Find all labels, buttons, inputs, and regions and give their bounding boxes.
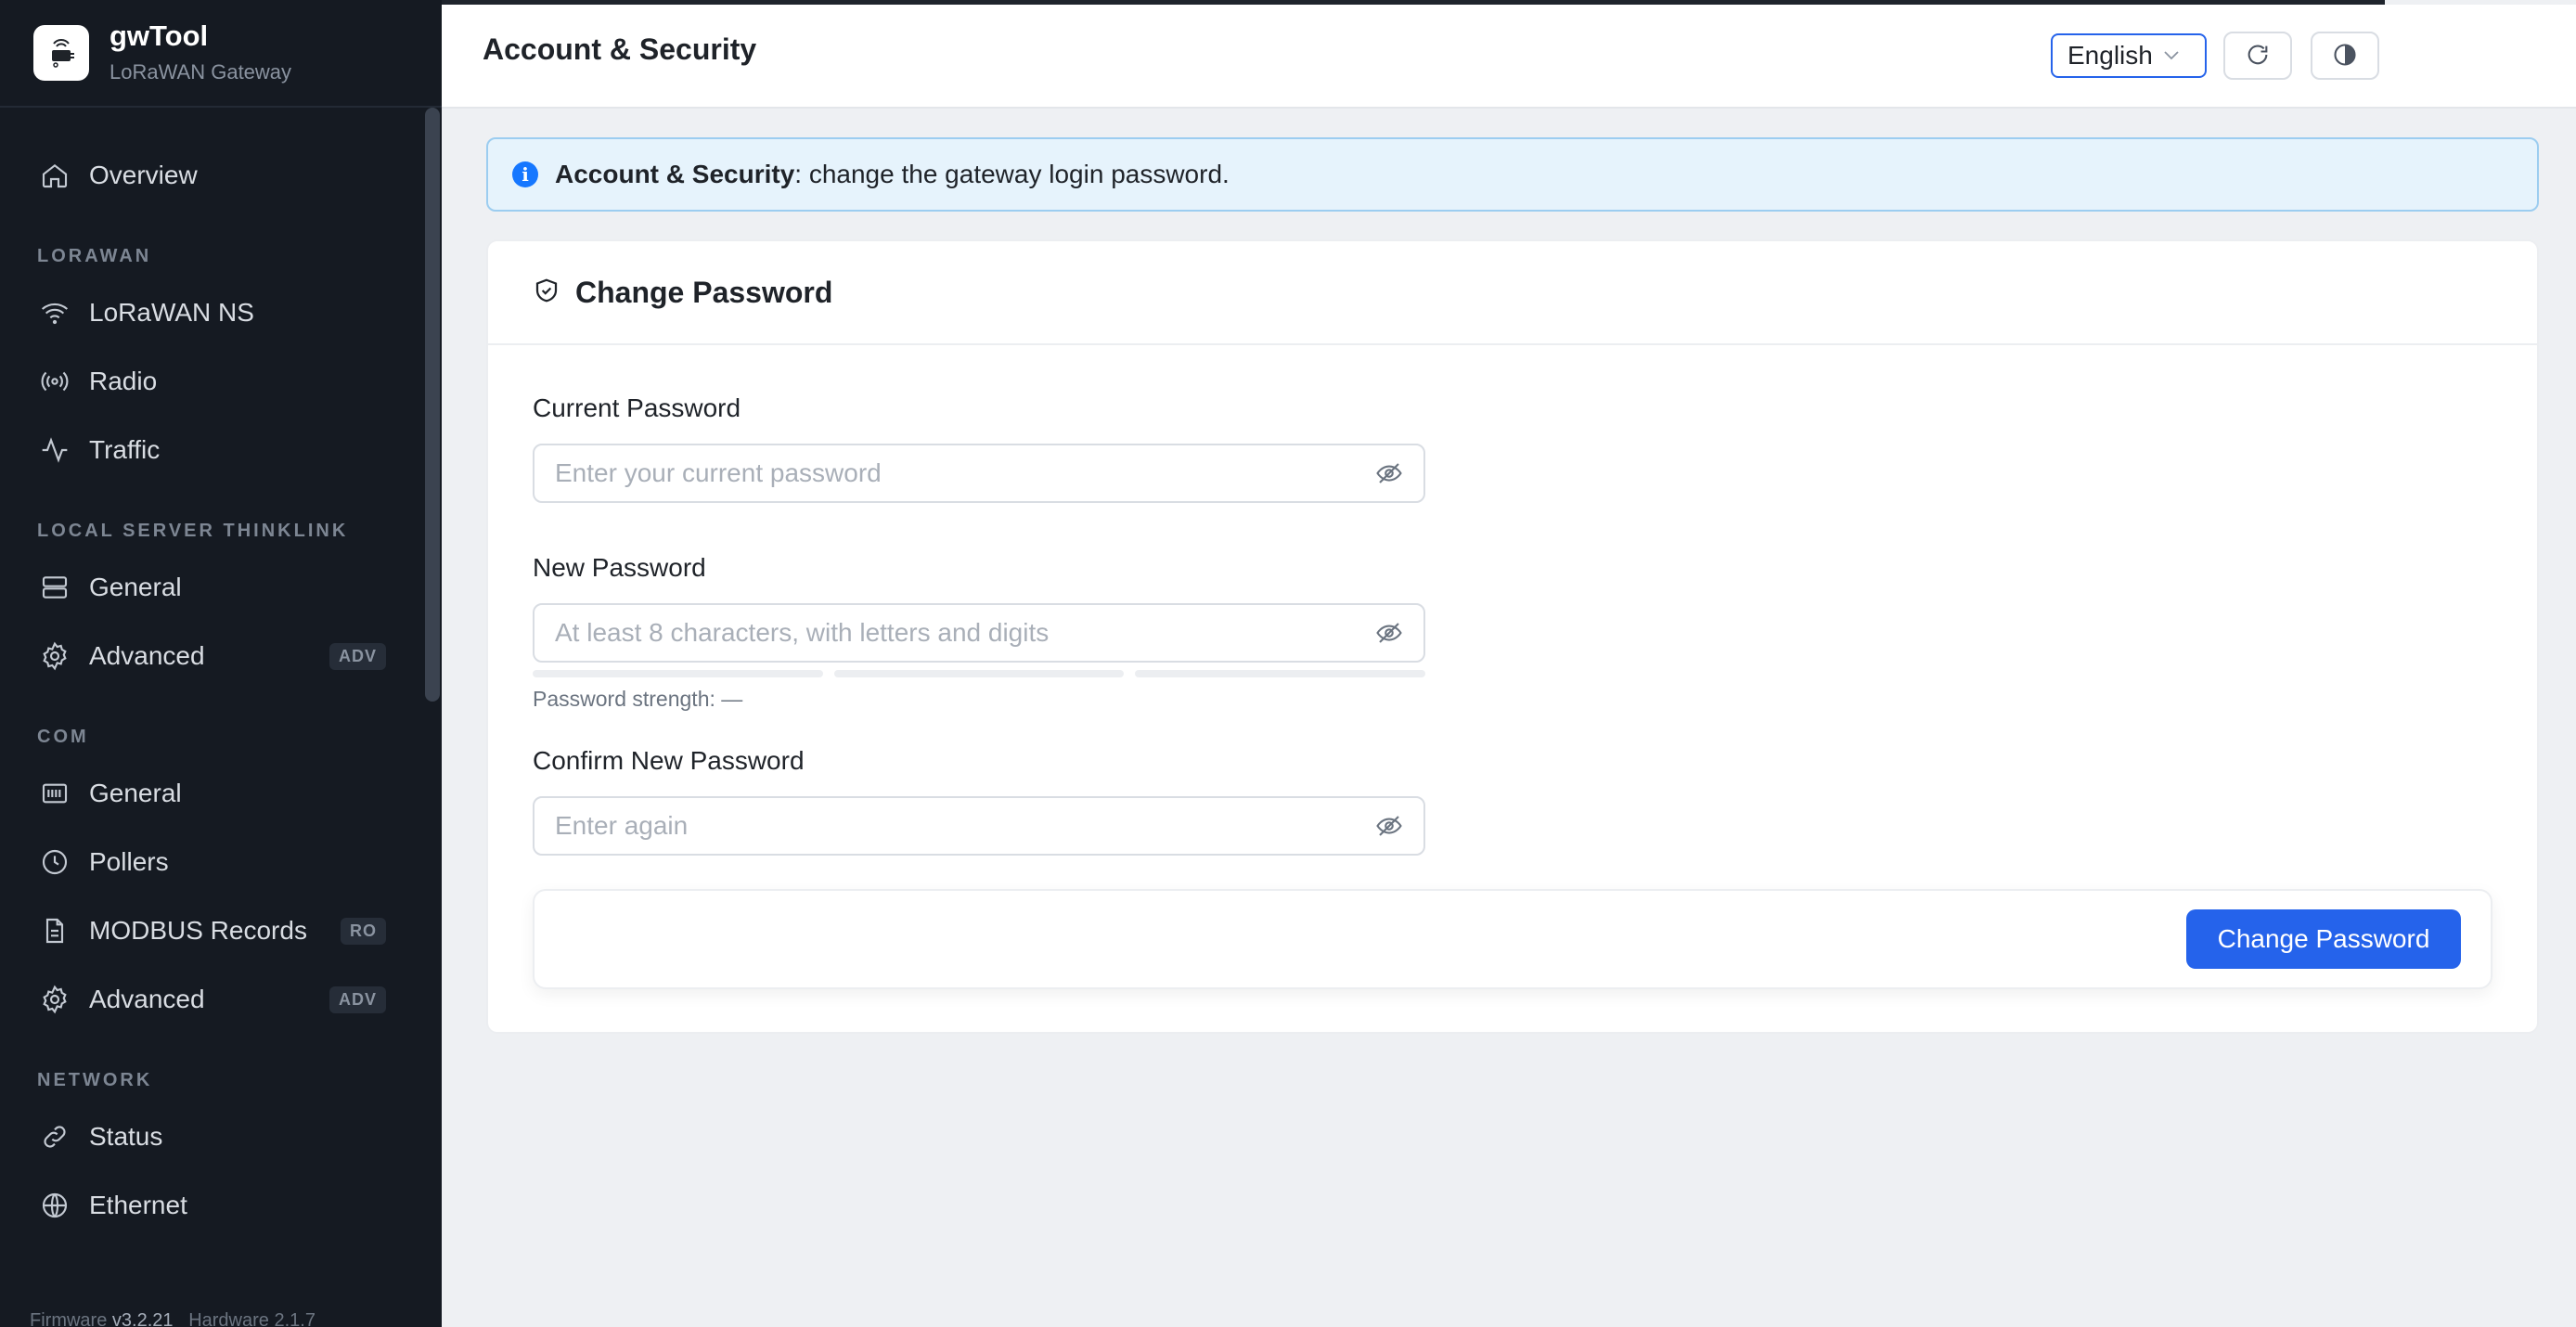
gateway-logo-icon: [33, 25, 89, 81]
password-strength-text: Password strength: —: [533, 687, 743, 711]
sidebar-item-label: Ethernet: [89, 1191, 187, 1219]
section-com: COM: [37, 727, 89, 747]
ro-badge: RO: [341, 917, 386, 945]
sidebar-item-label: Traffic: [89, 435, 161, 464]
document-icon: [37, 913, 72, 948]
wifi-icon: [37, 295, 72, 330]
sidebar-item-label: Advanced: [89, 641, 205, 670]
current-password-field[interactable]: [533, 444, 1425, 503]
sidebar-item-label: Radio: [89, 367, 158, 395]
version-info: Firmware v3.2.21 Hardware 2.1.7: [30, 1310, 316, 1327]
theme-toggle-icon: [2332, 42, 2358, 71]
new-password-input[interactable]: [555, 618, 1373, 648]
sidebar-item-com-general[interactable]: General: [0, 759, 442, 828]
refresh-button[interactable]: [2223, 32, 2292, 80]
server-icon: [37, 570, 72, 605]
eye-off-icon[interactable]: [1373, 617, 1405, 649]
adv-badge: ADV: [328, 642, 386, 670]
sidebar-item-label: Overview: [89, 161, 198, 189]
shield-check-icon: [533, 277, 560, 309]
info-icon: i: [512, 161, 538, 187]
change-password-button[interactable]: Change Password: [2186, 909, 2461, 969]
sidebar-item-com-advanced[interactable]: Advanced ADV: [0, 965, 442, 1034]
eye-off-icon[interactable]: [1373, 810, 1405, 842]
page-title: Account & Security: [483, 32, 757, 66]
sidebar-item-traffic[interactable]: Traffic: [0, 416, 442, 484]
firmware-version: v3.2.21: [111, 1310, 174, 1327]
section-local-server: LOCAL SERVER THINKLINK: [37, 521, 349, 541]
sidebar-item-label: Pollers: [89, 847, 169, 876]
sidebar-item-ethernet[interactable]: Ethernet: [0, 1171, 442, 1240]
sidebar-item-label: Status: [89, 1122, 163, 1151]
change-password-card: Change Password Current Password New Pas…: [486, 239, 2539, 1034]
chevron-down-icon: [2162, 45, 2181, 67]
alert-title: Account & Security: [555, 160, 795, 188]
sidebar-item-ls-advanced[interactable]: Advanced ADV: [0, 622, 442, 690]
home-icon: [37, 158, 72, 193]
card-header: Change Password: [488, 241, 2537, 345]
form-action-bar: Change Password: [533, 889, 2492, 989]
section-lorawan: LORAWAN: [37, 246, 152, 266]
sidebar-nav: Overview LORAWAN LoRaWAN NS Radio Traffi…: [0, 108, 442, 1240]
confirm-password-input[interactable]: [555, 811, 1373, 841]
password-strength-meter: [533, 670, 1426, 677]
app-name: gwTool: [109, 19, 209, 52]
sidebar-item-overview[interactable]: Overview: [0, 141, 442, 210]
sidebar-item-modbus-records[interactable]: MODBUS Records RO: [0, 896, 442, 965]
language-value: English: [2067, 41, 2153, 70]
activity-icon: [37, 432, 72, 468]
section-network: NETWORK: [37, 1070, 153, 1090]
sidebar-item-lorawan-ns[interactable]: LoRaWAN NS: [0, 278, 442, 347]
brand[interactable]: gwTool LoRaWAN Gateway: [0, 0, 442, 108]
card-title: Change Password: [575, 275, 833, 309]
sidebar-item-ls-general[interactable]: General: [0, 553, 442, 622]
sidebar-item-pollers[interactable]: Pollers: [0, 828, 442, 896]
clock-icon: [37, 844, 72, 880]
sidebar-item-label: General: [89, 779, 182, 807]
topbar: Account & Security English: [442, 5, 2576, 109]
alert-text: : change the gateway login password.: [794, 160, 1230, 188]
new-password-field[interactable]: [533, 603, 1425, 663]
gear-icon: [37, 638, 72, 674]
strength-segment: [833, 670, 1125, 677]
sidebar-item-radio[interactable]: Radio: [0, 347, 442, 416]
hardware-version: 2.1.7: [274, 1310, 316, 1327]
confirm-password-label: Confirm New Password: [533, 746, 805, 775]
info-alert: i Account & Security: change the gateway…: [486, 137, 2539, 212]
new-password-label: New Password: [533, 553, 706, 582]
confirm-password-field[interactable]: [533, 796, 1425, 856]
language-select[interactable]: English: [2051, 33, 2207, 78]
current-password-input[interactable]: [555, 458, 1373, 488]
sidebar-item-label: MODBUS Records: [89, 916, 307, 945]
gear-icon: [37, 982, 72, 1017]
globe-icon: [37, 1188, 72, 1223]
radio-icon: [37, 364, 72, 399]
sidebar: gwTool LoRaWAN Gateway Overview LORAWAN …: [0, 0, 442, 1327]
firmware-label: Firmware: [30, 1310, 108, 1327]
current-password-label: Current Password: [533, 393, 741, 422]
theme-toggle-button[interactable]: [2311, 32, 2379, 80]
refresh-icon: [2245, 42, 2271, 71]
sidebar-item-label: General: [89, 573, 182, 601]
eye-off-icon[interactable]: [1373, 457, 1405, 489]
strength-segment: [1135, 670, 1426, 677]
link-icon: [37, 1119, 72, 1154]
strength-segment: [533, 670, 823, 677]
hardware-label: Hardware: [188, 1310, 269, 1327]
sidebar-item-label: LoRaWAN NS: [89, 298, 254, 327]
app-subtitle: LoRaWAN Gateway: [109, 60, 292, 84]
adv-badge: ADV: [328, 986, 386, 1013]
sidebar-scrollbar[interactable]: [425, 108, 440, 702]
sidebar-item-label: Advanced: [89, 985, 205, 1013]
sidebar-item-status[interactable]: Status: [0, 1102, 442, 1171]
serial-port-icon: [37, 776, 72, 811]
